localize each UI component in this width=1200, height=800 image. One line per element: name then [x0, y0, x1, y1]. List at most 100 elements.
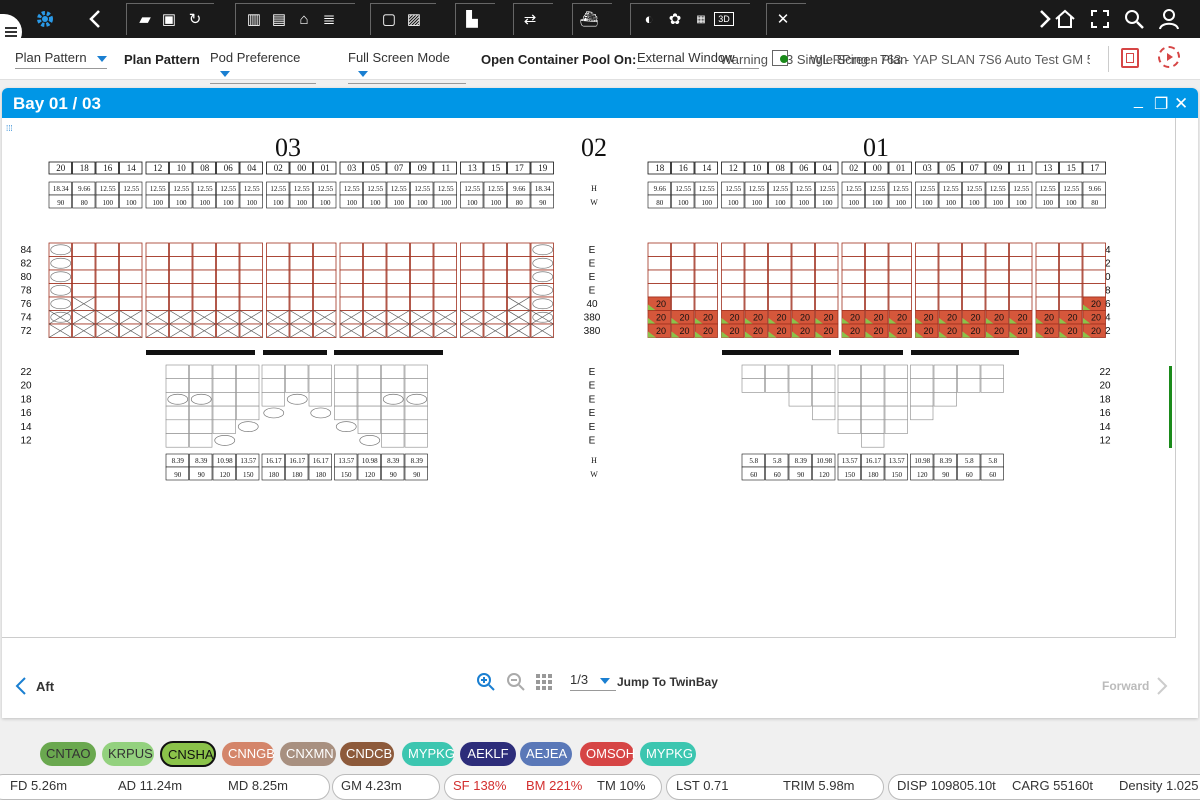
- jump-to-twinbay-link[interactable]: Jump To TwinBay: [617, 675, 718, 689]
- layout-rows-icon[interactable]: ▤: [268, 8, 290, 30]
- clear-icon[interactable]: ▢: [378, 8, 400, 30]
- hold-slot: [837, 419, 861, 434]
- deck-center-marker: E: [589, 286, 596, 297]
- stack-icon[interactable]: ≣: [318, 8, 340, 30]
- forward-button[interactable]: Forward: [1102, 674, 1169, 698]
- contrast-icon[interactable]: ◐: [638, 8, 660, 30]
- chart-icon[interactable]: ▙: [461, 8, 483, 30]
- hold-slot: [933, 378, 957, 393]
- video-settings-button[interactable]: [1158, 46, 1180, 68]
- close-button[interactable]: ✕: [1174, 94, 1188, 114]
- row-number-label: 08: [776, 163, 786, 173]
- deck-slot: [1035, 256, 1059, 271]
- row-number-label: 09: [418, 163, 428, 173]
- weight-value: 100: [126, 199, 137, 207]
- deck-tier-label-left: 84: [20, 245, 32, 256]
- port-chip-krpus[interactable]: KRPUS: [102, 742, 154, 766]
- hold-slot: [165, 405, 189, 421]
- deck-slot: [95, 296, 119, 311]
- port-chip-omsoh[interactable]: OMSOH: [580, 742, 635, 766]
- deck-slot: [239, 283, 263, 298]
- port-chip-cnngb[interactable]: CNNGB: [222, 742, 275, 766]
- w-label: W: [590, 198, 598, 207]
- empty-slot-marker: [50, 244, 72, 256]
- fullscreen-button[interactable]: [1088, 4, 1112, 34]
- bay-number-02: 02: [581, 133, 607, 162]
- hold-slot: [910, 392, 934, 407]
- deck-slot: [744, 242, 768, 257]
- port-chip-cnxmn[interactable]: CNXMN: [280, 742, 336, 766]
- port-chip-cnsha[interactable]: CNSHA: [160, 741, 216, 767]
- open-folder-icon[interactable]: ▰: [134, 8, 156, 30]
- deck-slot: [72, 256, 96, 271]
- hold-slot: [212, 392, 236, 407]
- deck-slot: [216, 256, 240, 271]
- 3d-view-icon[interactable]: 3D: [714, 12, 734, 26]
- layout-columns-icon[interactable]: ▥: [243, 8, 265, 30]
- restore-button[interactable]: ❐: [1154, 94, 1168, 114]
- container-size-label: 20: [753, 326, 763, 336]
- 2d-view-icon[interactable]: ▦: [690, 8, 712, 30]
- top-toolbar: ▰ ▣ ↻ ▥ ▤ ⌂ ≣ ▢ ▨ ▙ ⇄ ⛴ ◐ ✿ ▦ 3D ✕: [0, 0, 1200, 50]
- port-chip-aejea[interactable]: AEJEA: [520, 742, 572, 766]
- user-button[interactable]: [1156, 4, 1182, 34]
- zoom-in-button[interactable]: [476, 672, 496, 697]
- deck-slot: [313, 242, 337, 257]
- density-value: Density 1.025: [1119, 778, 1199, 793]
- deck-slot: [915, 296, 939, 311]
- back-button[interactable]: [84, 4, 106, 34]
- deck-slot: [507, 283, 531, 298]
- deck-slot: [119, 242, 143, 257]
- minimize-button[interactable]: _: [1134, 92, 1143, 110]
- settings-button[interactable]: [32, 4, 58, 34]
- pod-preference-dropdown[interactable]: Pod Preference: [210, 50, 316, 84]
- bay-plan-svg: 03 02 012018.3490189.66801612.551001412.55…: [20, 133, 1172, 481]
- deck-slot: [721, 242, 745, 257]
- search-button[interactable]: [1122, 4, 1146, 34]
- reset-icon[interactable]: ↻: [184, 8, 206, 30]
- ship-icon[interactable]: ⛴: [578, 8, 600, 30]
- deck-slot: [1059, 242, 1083, 257]
- port-chip-mypkg[interactable]: MYPKG: [640, 742, 696, 766]
- zoom-out-button[interactable]: [506, 672, 526, 697]
- page-select[interactable]: 1/3: [570, 672, 616, 691]
- aft-button[interactable]: Aft: [14, 674, 54, 698]
- hold-slot: [404, 433, 428, 448]
- pdf-export-button[interactable]: [1121, 48, 1139, 68]
- lock-icon[interactable]: ⌂: [293, 8, 315, 30]
- swap-icon[interactable]: ⇄: [519, 8, 541, 30]
- plan-pattern-dropdown[interactable]: Plan Pattern: [15, 50, 107, 69]
- deck-slot: [386, 256, 410, 271]
- height-value: 12.55: [1013, 185, 1029, 193]
- row-number-label: 18: [80, 163, 90, 173]
- empty-slot-marker: [359, 435, 381, 446]
- deck-slot: [1035, 269, 1059, 284]
- hold-slot: [404, 378, 428, 393]
- hold-tier-label-left: 12: [20, 436, 32, 447]
- hold-slot: [957, 364, 981, 379]
- port-chip-cntao[interactable]: CNTAO: [40, 742, 96, 766]
- user-icon: [1159, 9, 1179, 30]
- empty-slot-marker: [167, 393, 189, 405]
- shrink-icon[interactable]: ✕: [772, 8, 794, 30]
- deck-slot: [266, 256, 290, 271]
- md-value: MD 8.25m: [228, 778, 288, 793]
- height-value: 12.55: [675, 185, 691, 193]
- port-chip-aeklf[interactable]: AEKLF: [460, 742, 516, 766]
- deck-slot: [363, 269, 387, 284]
- full-screen-mode-dropdown[interactable]: Full Screen Mode: [348, 50, 466, 84]
- image-icon[interactable]: ▨: [403, 8, 425, 30]
- port-chip-mypkg[interactable]: MYPKG: [402, 742, 455, 766]
- grid-view-button[interactable]: [536, 674, 552, 690]
- port-chip-cndcb[interactable]: CNDCB: [340, 742, 394, 766]
- hold-slot: [812, 364, 836, 379]
- save-icon[interactable]: ▣: [158, 8, 180, 30]
- hold-slot: [884, 364, 908, 379]
- home-button[interactable]: [1052, 4, 1078, 34]
- palette-icon[interactable]: ✿: [664, 8, 686, 30]
- hold-tier-label-right: 22: [1099, 367, 1111, 378]
- row-number-label: 05: [946, 163, 956, 173]
- hold-tier-label-left: 16: [20, 408, 32, 419]
- deck-slot: [791, 269, 815, 284]
- deck-slot: [694, 283, 718, 298]
